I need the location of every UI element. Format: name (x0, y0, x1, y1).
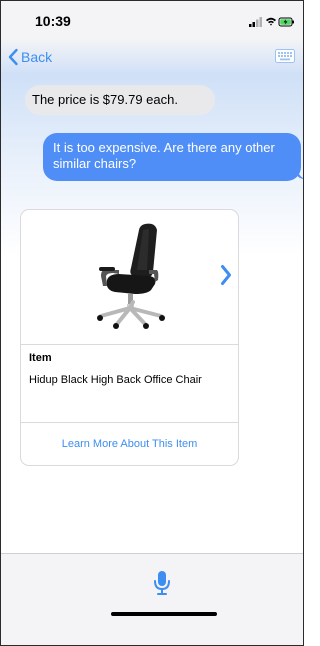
status-icons (249, 15, 295, 33)
card-divider (21, 344, 238, 345)
chevron-left-icon (8, 48, 18, 66)
signal-icon (249, 17, 262, 27)
home-indicator[interactable] (111, 612, 217, 616)
chat-area[interactable]: The price is $79.79 each. It is too expe… (1, 75, 303, 553)
microphone-icon (154, 571, 170, 595)
learn-more-link[interactable]: Learn More About This Item (21, 438, 238, 450)
card-divider (21, 422, 238, 423)
back-button[interactable]: Back (7, 47, 52, 67)
input-bar (1, 553, 303, 645)
status-time: 10:39 (35, 13, 71, 29)
incoming-message-bubble: The price is $79.79 each. (25, 85, 215, 115)
outgoing-message-bubble: It is too expensive. Are there any other… (43, 133, 301, 181)
item-card[interactable]: Item Hidup Black High Back Office Chair … (20, 209, 239, 466)
wifi-icon (266, 17, 276, 26)
back-label: Back (21, 49, 53, 65)
next-item-button[interactable] (220, 264, 232, 291)
status-bar: 10:39 (1, 1, 303, 39)
office-chair-image (97, 223, 165, 329)
card-item-title: Hidup Black High Back Office Chair (29, 374, 202, 386)
navigation-bar: Back (1, 39, 303, 75)
phone-screen: 10:39 Back The price is $79.79 each. It … (0, 0, 304, 646)
chevron-right-icon (221, 265, 231, 285)
microphone-button[interactable] (153, 570, 171, 601)
bubble-tail (297, 169, 303, 179)
keyboard-button[interactable] (275, 49, 295, 68)
card-item-label: Item (29, 352, 52, 364)
battery-charging-icon (278, 17, 294, 27)
keyboard-icon (275, 49, 295, 63)
